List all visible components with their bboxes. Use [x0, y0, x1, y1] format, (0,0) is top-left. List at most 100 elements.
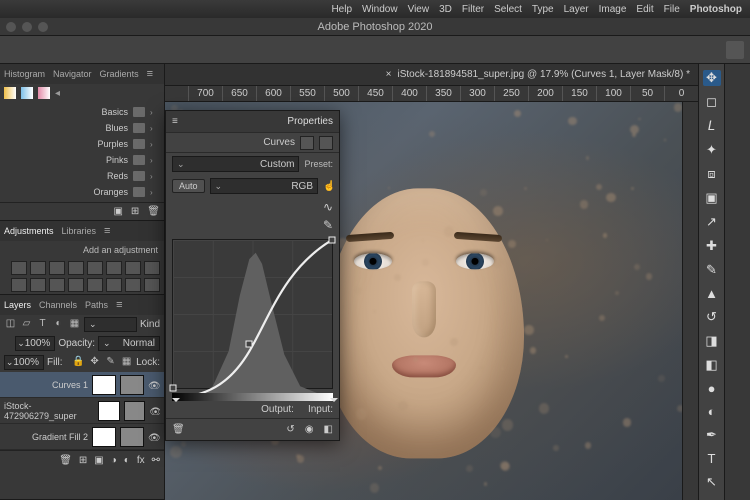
adjustment-preset-icon[interactable] — [11, 261, 27, 275]
menu-image[interactable]: Image — [599, 4, 627, 15]
wand-tool[interactable]: ✦ — [703, 142, 721, 158]
close-tab-icon[interactable]: × — [386, 69, 392, 80]
document-tab[interactable]: iStock-181894581_super.jpg @ 17.9% (Curv… — [165, 64, 698, 86]
marquee-tool[interactable]: ◻ — [703, 94, 721, 110]
layer-row[interactable]: 👁 Curves 1 — [0, 372, 164, 398]
tab-channels[interactable]: Channels — [39, 300, 77, 310]
new-icon[interactable]: ⊞ — [131, 206, 139, 217]
tab-gradients[interactable]: Gradients — [100, 69, 139, 79]
menu-edit[interactable]: Edit — [636, 4, 653, 15]
gradient-folder[interactable]: ›Blues — [0, 120, 164, 136]
pen-tool[interactable]: ✒ — [703, 427, 721, 443]
type-tool[interactable]: T — [703, 451, 721, 466]
adjustment-preset-icon[interactable] — [11, 278, 27, 292]
menu-3d[interactable]: 3D — [439, 4, 452, 15]
layer-name[interactable]: Gradient Fill 2 — [32, 432, 88, 442]
properties-tab[interactable]: Properties — [287, 116, 333, 127]
tab-adjustments[interactable]: Adjustments — [4, 226, 54, 236]
eyedropper-tool[interactable]: ↗ — [703, 214, 721, 230]
menu-file[interactable]: File — [664, 4, 680, 15]
tab-paths[interactable]: Paths — [85, 300, 108, 310]
visibility-icon[interactable]: 👁 — [149, 407, 160, 415]
menu-layer[interactable]: Layer — [564, 4, 589, 15]
traffic-lights[interactable] — [6, 22, 48, 32]
layer-thumbnail[interactable] — [124, 401, 146, 421]
panel-menu-icon[interactable]: ≡ — [116, 299, 122, 311]
gradient-folder[interactable]: ›Basics — [0, 104, 164, 120]
visibility-icon[interactable]: 👁 — [148, 381, 160, 389]
adjustment-preset-icon[interactable] — [30, 261, 46, 275]
home-button[interactable] — [726, 41, 744, 59]
crop-tool[interactable]: ⧈ — [703, 166, 721, 182]
tab-histogram[interactable]: Histogram — [4, 69, 45, 79]
gradient-folder[interactable]: ›Purples — [0, 136, 164, 152]
app-menu[interactable]: Photoshop — [690, 4, 742, 15]
adjustment-preset-icon[interactable] — [125, 261, 141, 275]
lock-paint-icon[interactable]: ✎ — [104, 356, 117, 369]
layer-mask-thumbnail[interactable] — [98, 401, 120, 421]
kind-filter-dropdown[interactable] — [84, 317, 137, 332]
preset-dropdown[interactable]: Custom — [172, 156, 299, 172]
adjustment-icon[interactable]: ◑ — [111, 455, 117, 466]
lock-pos-icon[interactable]: ✥ — [88, 356, 101, 369]
new-layer-icon[interactable]: ⊞ — [79, 455, 87, 466]
adjustment-preset-icon[interactable] — [144, 261, 160, 275]
trash-icon[interactable]: 🗑 — [172, 424, 185, 435]
fill-input[interactable]: 100% — [4, 355, 44, 370]
blend-mode-dropdown[interactable]: Normal — [98, 336, 160, 351]
adjustment-preset-icon[interactable] — [68, 261, 84, 275]
lasso-tool[interactable]: 𝘓 — [703, 118, 721, 134]
adjustment-preset-icon[interactable] — [49, 261, 65, 275]
target-adjust-icon[interactable]: ☝ — [323, 181, 333, 192]
menu-window[interactable]: Window — [362, 4, 398, 15]
trash-icon[interactable]: 🗑 — [59, 455, 72, 466]
frame-tool[interactable]: ▣ — [703, 190, 721, 206]
brush-tool[interactable]: ✎ — [703, 262, 721, 278]
reset-icon[interactable]: ↺ — [286, 424, 294, 435]
lock-trans-icon[interactable]: ▦ — [120, 356, 133, 369]
layer-name[interactable]: Curves 1 — [52, 380, 88, 390]
view-previous-icon[interactable]: ◉ — [305, 424, 314, 435]
menu-help[interactable]: Help — [331, 4, 352, 15]
adjustment-preset-icon[interactable] — [87, 261, 103, 275]
adjustment-preset-icon[interactable] — [30, 278, 46, 292]
gradient-tool[interactable]: ◧ — [703, 357, 721, 373]
gradient-folder[interactable]: ›Oranges — [0, 184, 164, 200]
panel-menu-icon[interactable]: ≡ — [172, 116, 178, 127]
adjustment-preset-icon[interactable] — [106, 278, 122, 292]
gradient-folder[interactable]: ›Reds — [0, 168, 164, 184]
tab-navigator[interactable]: Navigator — [53, 69, 92, 79]
collapsed-panel-strip[interactable] — [724, 64, 750, 500]
adjustment-preset-icon[interactable] — [106, 261, 122, 275]
history-brush-tool[interactable]: ↺ — [703, 309, 721, 325]
gradient-chip[interactable] — [4, 87, 16, 99]
filter-pixel-icon[interactable]: ▦ — [68, 318, 81, 331]
clip-icon[interactable]: ◧ — [324, 424, 333, 435]
adjustment-preset-icon[interactable] — [49, 278, 65, 292]
group-icon[interactable]: ▣ — [94, 455, 103, 466]
adjustment-preset-icon[interactable] — [87, 278, 103, 292]
layer-row[interactable]: 👁 iStock-472906279_super — [0, 398, 164, 424]
mask-icon[interactable]: ◐ — [124, 455, 130, 466]
layer-name[interactable]: iStock-472906279_super — [4, 401, 94, 421]
folder-icon[interactable]: ▣ — [113, 206, 122, 217]
opacity-input[interactable]: 100% — [15, 336, 55, 351]
properties-panel[interactable]: Properties ≡ Curves Preset: Custom ☝ RGB… — [165, 110, 340, 441]
adjustment-preset-icon[interactable] — [125, 278, 141, 292]
layer-thumbnail[interactable] — [120, 427, 144, 447]
adjustment-preset-icon[interactable] — [68, 278, 84, 292]
healing-tool[interactable]: ✚ — [703, 238, 721, 254]
panel-menu-icon[interactable]: ≡ — [104, 225, 110, 237]
layer-mask-thumbnail[interactable] — [92, 427, 116, 447]
dodge-tool[interactable]: ◐ — [703, 404, 721, 419]
blur-tool[interactable]: ● — [703, 381, 721, 396]
filter-type-icon[interactable]: T — [36, 318, 49, 331]
trash-icon[interactable]: 🗑 — [147, 206, 160, 217]
stamp-tool[interactable]: ▲ — [703, 286, 721, 301]
channel-dropdown[interactable]: RGB — [210, 178, 318, 194]
gradient-chip[interactable] — [21, 87, 33, 99]
filter-shape-icon[interactable]: ▱ — [20, 318, 33, 331]
link-icon[interactable]: ⚯ — [152, 455, 160, 466]
panel-menu-icon[interactable]: ≡ — [147, 68, 153, 80]
menu-view[interactable]: View — [408, 4, 430, 15]
